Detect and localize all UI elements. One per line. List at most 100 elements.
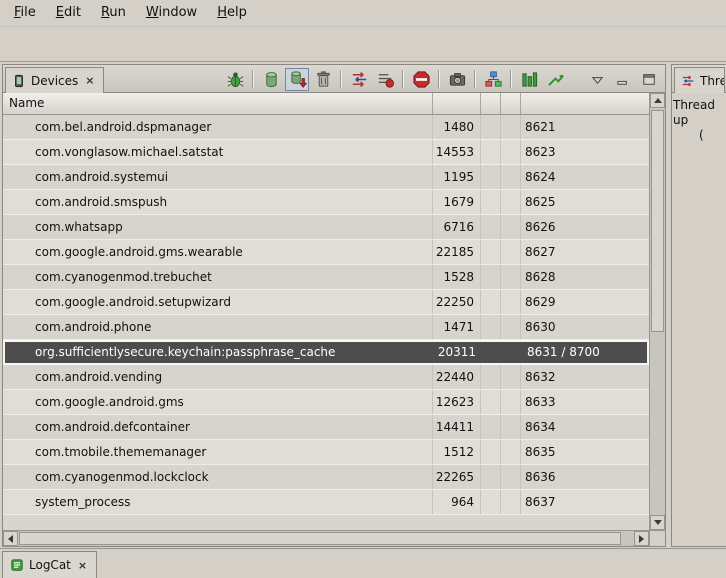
table-row[interactable]: com.cyanogenmod.lockclock222658636	[3, 465, 649, 490]
empty-cell	[501, 315, 521, 339]
process-pid: 12623	[433, 390, 481, 414]
toolbar-separator	[402, 70, 404, 88]
process-port: 8635	[521, 440, 649, 464]
systrace-icon[interactable]	[517, 68, 541, 91]
process-name: com.android.systemui	[3, 165, 433, 189]
table-row[interactable]: system_process9648637	[3, 490, 649, 515]
process-port: 8624	[521, 165, 649, 189]
scroll-left-button[interactable]	[3, 531, 18, 546]
minimize-icon[interactable]	[611, 68, 635, 91]
table-row[interactable]: com.android.phone14718630	[3, 315, 649, 340]
process-port: 8634	[521, 415, 649, 439]
table-row[interactable]: com.android.smspush16798625	[3, 190, 649, 215]
scroll-down-button[interactable]	[650, 515, 665, 530]
empty-cell	[501, 115, 521, 139]
scrollbar-corner	[649, 530, 665, 546]
column-header-blank1[interactable]	[481, 93, 501, 114]
table-row[interactable]: com.cyanogenmod.trebuchet15288628	[3, 265, 649, 290]
process-pid: 1195	[433, 165, 481, 189]
empty-cell	[481, 315, 501, 339]
debug-icon[interactable]	[223, 68, 247, 91]
tab-logcat[interactable]: LogCat ×	[2, 551, 97, 578]
process-name: com.bel.android.dspmanager	[3, 115, 433, 139]
table-row[interactable]: com.google.android.gms.wearable221858627	[3, 240, 649, 265]
cause-gc-icon[interactable]	[311, 68, 335, 91]
start-method-profiling-icon[interactable]	[373, 68, 397, 91]
table-row[interactable]: com.android.systemui1195 8624	[3, 165, 649, 190]
column-header-port[interactable]	[521, 93, 649, 114]
process-name: com.android.phone	[3, 315, 433, 339]
menu-edit[interactable]: Edit	[46, 0, 91, 26]
empty-cell	[481, 390, 501, 414]
table-row[interactable]: com.tmobile.thememanager15128635	[3, 440, 649, 465]
table-row[interactable]: org.sufficientlysecure.keychain:passphra…	[3, 340, 649, 365]
process-pid: 964	[433, 490, 481, 514]
empty-cell	[501, 240, 521, 264]
process-name: com.cyanogenmod.trebuchet	[3, 265, 433, 289]
empty-cell	[503, 342, 523, 363]
scroll-right-button[interactable]	[634, 531, 649, 546]
arrow-right-icon	[639, 535, 644, 543]
vertical-scrollbar[interactable]	[649, 93, 665, 530]
menu-bar: File Edit Run Window Help	[0, 0, 726, 26]
process-name: com.vonglasow.michael.satstat	[3, 140, 433, 164]
table-row[interactable]: com.google.android.gms126238633	[3, 390, 649, 415]
empty-cell	[501, 365, 521, 389]
view-hierarchy-icon[interactable]	[481, 68, 505, 91]
devices-view: Devices ×	[2, 64, 666, 547]
process-pid: 22440	[433, 365, 481, 389]
menu-file[interactable]: File	[4, 0, 46, 26]
tab-devices-label: Devices	[31, 74, 78, 88]
arrow-left-icon	[8, 535, 13, 543]
tab-devices[interactable]: Devices ×	[5, 67, 104, 93]
close-icon[interactable]: ×	[83, 74, 96, 87]
process-pid: 22265	[433, 465, 481, 489]
dump-hprof-icon[interactable]	[285, 68, 309, 91]
empty-cell	[501, 490, 521, 514]
update-heap-icon[interactable]	[259, 68, 283, 91]
opengl-trace-icon[interactable]	[543, 68, 567, 91]
scroll-up-button[interactable]	[650, 93, 665, 108]
table-row[interactable]: com.vonglasow.michael.satstat145538623	[3, 140, 649, 165]
arrow-down-icon	[654, 520, 662, 525]
empty-cell	[481, 165, 501, 189]
column-header-name[interactable]: Name	[3, 93, 433, 114]
table-row[interactable]: com.whatsapp67168626	[3, 215, 649, 240]
menu-window[interactable]: Window	[136, 0, 207, 26]
empty-cell	[501, 140, 521, 164]
stop-process-icon[interactable]	[409, 68, 433, 91]
tab-threads[interactable]: Threads	[674, 67, 725, 93]
update-threads-icon[interactable]	[347, 68, 371, 91]
column-header-blank2[interactable]	[501, 93, 521, 114]
table-row[interactable]: com.google.android.setupwizard222508629	[3, 290, 649, 315]
process-name: com.android.defcontainer	[3, 415, 433, 439]
toolbar-separator	[510, 70, 512, 88]
table-row[interactable]: com.bel.android.dspmanager14808621	[3, 115, 649, 140]
process-pid: 1512	[433, 440, 481, 464]
devices-toolbar	[222, 65, 662, 93]
horizontal-scrollbar[interactable]	[3, 530, 649, 546]
process-pid: 20311	[435, 342, 483, 363]
screen-capture-icon[interactable]	[445, 68, 469, 91]
empty-cell	[501, 165, 521, 189]
logcat-bar: LogCat ×	[0, 548, 726, 577]
table-row[interactable]: com.android.vending224408632	[3, 365, 649, 390]
menu-help[interactable]: Help	[207, 0, 257, 26]
process-port: 8629	[521, 290, 649, 314]
process-name: com.whatsapp	[3, 215, 433, 239]
empty-cell	[481, 115, 501, 139]
close-icon[interactable]: ×	[76, 559, 89, 572]
vertical-scroll-thumb[interactable]	[651, 110, 664, 332]
threads-message-line2: (	[673, 128, 726, 143]
main-toolbar	[0, 26, 726, 62]
table-row[interactable]: com.android.defcontainer144118634	[3, 415, 649, 440]
menu-run[interactable]: Run	[91, 0, 136, 26]
horizontal-scroll-thumb[interactable]	[19, 532, 621, 545]
process-name: com.google.android.gms	[3, 390, 433, 414]
empty-cell	[481, 290, 501, 314]
view-menu-icon[interactable]	[585, 68, 609, 91]
toolbar-separator	[438, 70, 440, 88]
maximize-icon[interactable]	[637, 68, 661, 91]
column-header-pid[interactable]	[433, 93, 481, 114]
process-pid: 14553	[433, 140, 481, 164]
